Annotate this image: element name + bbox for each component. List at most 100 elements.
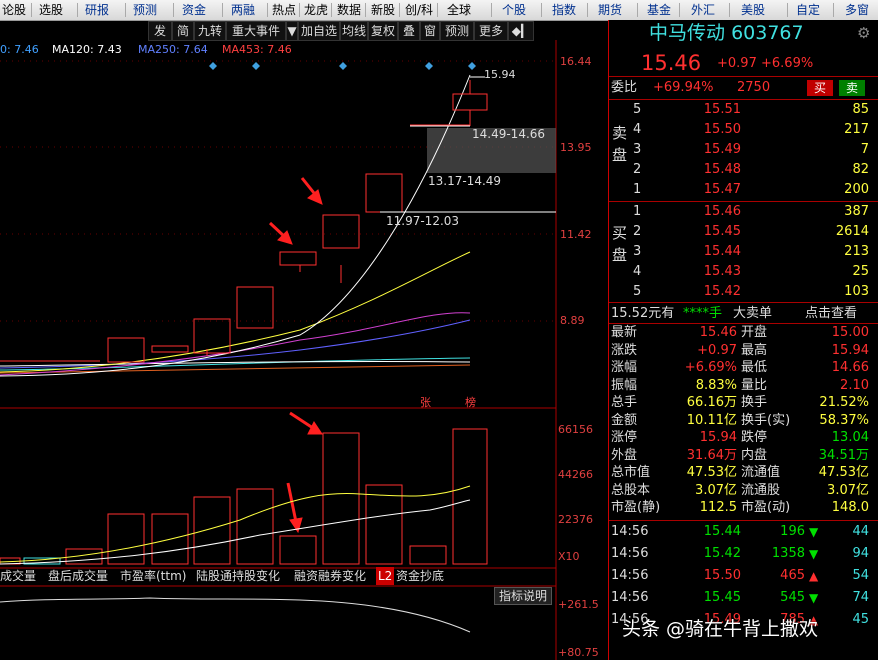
tick-volume: 465	[780, 568, 805, 583]
tick-row: 14:56 15.42 1358 ▼ 94	[609, 544, 878, 564]
order-volume: 85	[852, 102, 869, 117]
vol-axis-4: X10	[558, 550, 580, 563]
volume-bar-5	[193, 496, 231, 565]
stat-key: 流通值	[741, 465, 781, 480]
stat-key: 涨幅	[611, 360, 638, 375]
volume-bar-9	[365, 484, 403, 565]
chart-tool-9[interactable]: 窗	[420, 21, 440, 41]
stat-row: 涨停 15.94 跌停 13.04	[609, 429, 878, 447]
menu-0[interactable]: 论股	[0, 2, 28, 18]
signal-diamond-4	[468, 62, 476, 70]
signal-diamonds	[209, 62, 476, 70]
menu-17[interactable]: 美股	[732, 2, 774, 18]
vol-axis-2: 44266	[558, 468, 593, 481]
sell-button[interactable]: 卖	[839, 80, 865, 96]
menu-16[interactable]: 外汇	[682, 2, 724, 18]
menu-9[interactable]: 新股	[368, 2, 398, 18]
stat-value: 3.07亿	[695, 482, 737, 498]
big-order-row: 15.52元有 ****手 大卖单 点击查看	[609, 304, 878, 324]
menu-18[interactable]: 自定	[790, 2, 826, 18]
order-price: 15.46	[703, 204, 741, 219]
stat-key: 换手	[741, 395, 768, 410]
buy-button[interactable]: 买	[807, 80, 833, 96]
tick-time: 14:56	[611, 524, 649, 539]
menu-10[interactable]: 创/科	[402, 2, 436, 18]
tick-price: 15.42	[703, 546, 741, 561]
chart-tool-7[interactable]: 复权	[368, 21, 398, 41]
tick-volume: 1358	[771, 546, 805, 561]
ma-line-yellow	[0, 251, 471, 373]
buy-order-row: 1 15.46 387	[609, 202, 878, 222]
menu-15[interactable]: 基金	[640, 2, 678, 18]
menu-2[interactable]: 研报	[80, 2, 114, 18]
menu-6[interactable]: 热点	[270, 2, 298, 18]
menu-4[interactable]: 资金	[176, 2, 212, 18]
stat-value: +0.97	[697, 342, 737, 358]
indicator-tab-5[interactable]: L2	[376, 567, 395, 585]
order-price: 15.47	[703, 182, 741, 197]
stat-value: 21.52%	[819, 395, 869, 410]
tick-count: 44	[852, 524, 869, 539]
menu-7[interactable]: 龙虎	[302, 2, 330, 18]
menu-19[interactable]: 多窗	[836, 2, 878, 18]
stat-key: 流通股	[741, 482, 781, 498]
stat-value: 47.53亿	[818, 465, 869, 480]
menu-13[interactable]: 指数	[544, 2, 584, 18]
volume-bars	[0, 428, 488, 565]
signal-diamond-3	[425, 62, 433, 70]
chart-tool-12[interactable]: ◆▎	[508, 21, 534, 41]
indicator-tab-0[interactable]: 成交量	[0, 567, 36, 585]
order-volume: 213	[844, 244, 869, 259]
stat-key: 量比	[741, 377, 768, 393]
order-volume: 200	[844, 182, 869, 197]
chart-tool-0[interactable]: 发	[148, 21, 172, 41]
order-level: 3	[633, 244, 642, 259]
order-price: 15.48	[703, 162, 741, 177]
menu-14[interactable]: 期货	[590, 2, 630, 18]
chart-tool-6[interactable]: 均线	[340, 21, 368, 41]
menu-12[interactable]: 个股	[494, 2, 534, 18]
chart-tool-2[interactable]: 九转	[194, 21, 226, 41]
watermark: 头条 @骑在牛背上撒欢	[622, 618, 819, 640]
order-level: 5	[633, 102, 642, 117]
chart-tool-8[interactable]: 叠	[398, 21, 420, 41]
big-order-link[interactable]: 点击查看	[805, 304, 857, 324]
chart-tool-5[interactable]: 加自选	[298, 21, 340, 41]
stat-key: 总股本	[611, 482, 651, 498]
chart-tool-4[interactable]: ▼	[286, 21, 298, 41]
chart-tool-11[interactable]: 更多	[474, 21, 508, 41]
indicator-tab-4[interactable]: 融资融券变化	[294, 567, 366, 585]
stat-value: 3.07亿	[827, 482, 869, 498]
stat-value: 58.37%	[819, 412, 869, 428]
menu-1[interactable]: 选股	[34, 2, 68, 18]
arrow-down-icon: ▼	[809, 591, 819, 605]
chart-tool-3[interactable]: 重大事件	[226, 21, 286, 41]
stat-value: 112.5	[699, 500, 737, 515]
indicator-tab-2[interactable]: 市盈率(ttm)	[120, 567, 186, 585]
order-level: 2	[633, 224, 642, 239]
arrow-down-icon: ▼	[809, 525, 819, 539]
range3-label: 11.97-12.03	[386, 214, 460, 228]
vol-axis-3: 22376	[558, 513, 593, 526]
chart-tool-10[interactable]: 预测	[440, 21, 474, 41]
chart-tool-1[interactable]: 简	[172, 21, 194, 41]
menu-11[interactable]: 全球	[440, 2, 478, 18]
menu-5[interactable]: 两融	[225, 2, 261, 18]
indicator-help-button[interactable]: 指标说明	[494, 587, 552, 605]
stat-value: 15.46	[699, 325, 737, 340]
menu-3[interactable]: 预测	[128, 2, 162, 18]
menu-8[interactable]: 数据	[334, 2, 364, 18]
indicator-tab-1[interactable]: 盘后成交量	[48, 567, 108, 585]
price-axis-2: 13.95	[560, 141, 592, 154]
tick-count: 74	[852, 590, 869, 605]
indicator-tab-6[interactable]: 资金抄底	[396, 567, 444, 585]
stock-name: 中马传动	[649, 22, 726, 44]
indicator-tab-3[interactable]: 陆股通持股变化	[196, 567, 280, 585]
candle-4	[193, 318, 231, 354]
stock-title: 中马传动 603767	[649, 20, 804, 46]
order-level: 4	[633, 264, 642, 279]
stat-row: 金额 10.11亿 换手(实) 58.37%	[609, 412, 878, 430]
buy-side-label: 买盘	[612, 224, 628, 264]
stat-key: 跌停	[741, 430, 768, 445]
gear-icon[interactable]: ⚙	[857, 24, 870, 42]
